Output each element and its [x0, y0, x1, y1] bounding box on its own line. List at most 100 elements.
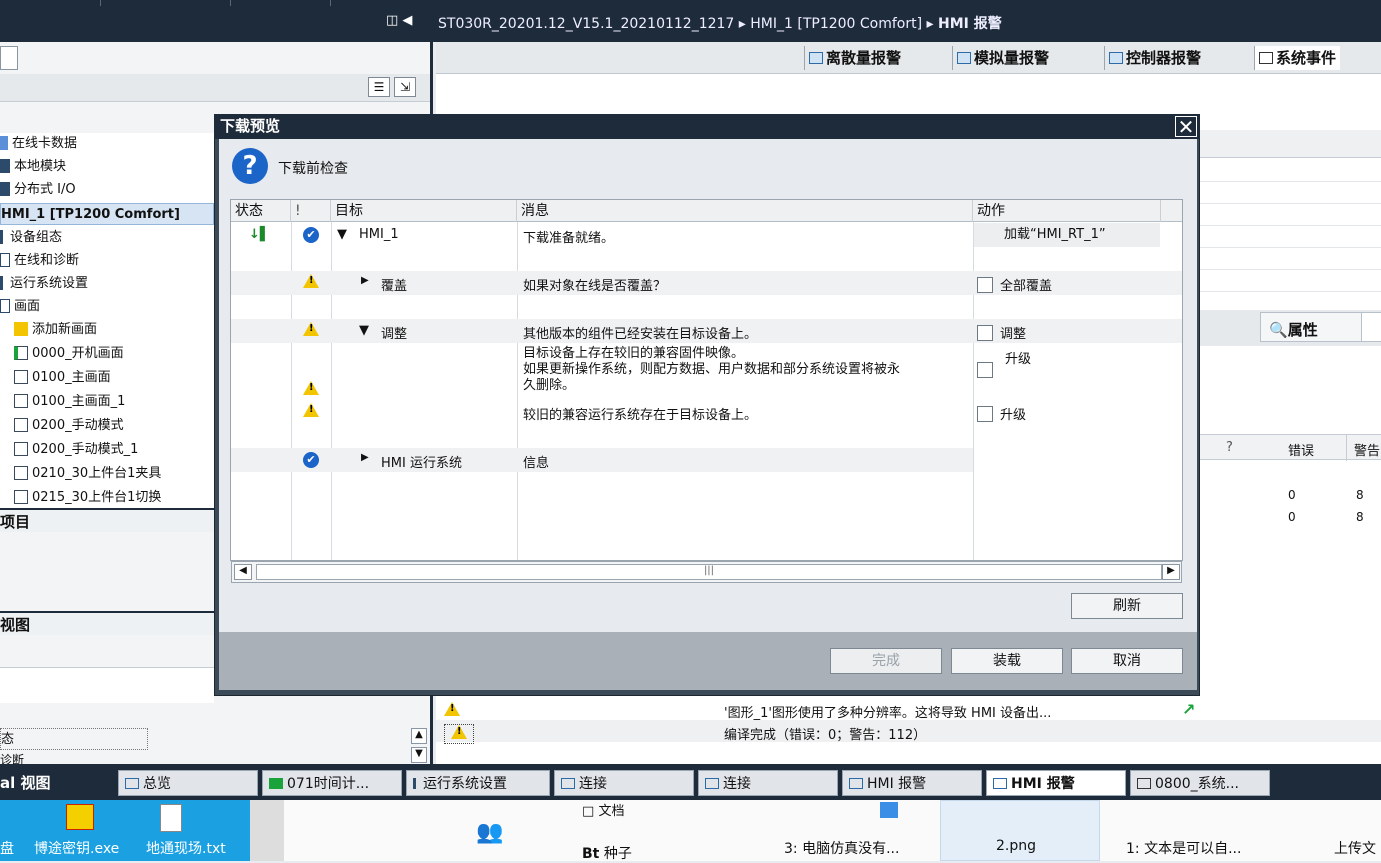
info-tab[interactable] — [1361, 313, 1381, 341]
page-icon — [14, 442, 28, 456]
tree-item-online-card[interactable]: 在线卡数据 — [0, 133, 77, 155]
app-icon[interactable] — [66, 804, 94, 830]
cancel-button[interactable]: 取消 — [1071, 648, 1183, 674]
tab-discrete-alarms[interactable]: 离散量报警 — [804, 46, 905, 70]
page-icon — [14, 490, 28, 504]
download-status-icon: ↓▌ — [249, 227, 270, 242]
tab-controller-alarms[interactable]: 控制器报警 — [1104, 46, 1205, 70]
warning-icon — [303, 381, 319, 399]
breadcrumb-device[interactable]: HMI_1 [TP1200 Comfort] — [750, 16, 922, 32]
upgrade-runtime-checkbox[interactable]: 升级 — [977, 404, 1026, 423]
desktop-gap — [250, 800, 284, 861]
taskbar-tab[interactable]: 总览 — [118, 770, 258, 796]
col-target: 目标 — [331, 200, 517, 222]
connection-icon — [705, 778, 719, 789]
overview-icon — [125, 778, 139, 789]
upgrade-label: 升级 — [1005, 352, 1032, 367]
action-cell[interactable]: 加载“HMI_RT_1” — [974, 223, 1160, 247]
properties-tab[interactable]: 🔍属性 — [1260, 312, 1381, 342]
info-ok-icon: ✔ — [303, 452, 319, 468]
desktop-item-key-exe[interactable]: 博途密钥.exe — [34, 838, 119, 858]
close-icon[interactable]: ✕ — [1175, 116, 1197, 137]
col-action: 动作 — [973, 200, 1161, 222]
tab-analog-alarms[interactable]: 模拟量报警 — [952, 46, 1053, 70]
view-header: 视图 — [0, 611, 214, 635]
tree-item-screen[interactable]: 0210_30上件台1夹具 — [14, 463, 161, 485]
properties-icon: 🔍 — [1269, 321, 1288, 339]
tree-item-screen[interactable]: 0100_主画面 — [14, 367, 111, 389]
tree-item-screen[interactable]: 0200_手动模式 — [14, 415, 124, 437]
taskbar-tab[interactable]: HMI 报警 — [842, 770, 982, 796]
warning-count: 8 — [1356, 510, 1364, 524]
scroll-up-icon[interactable]: ▲ — [411, 728, 427, 744]
desktop-item[interactable]: 盘 — [0, 838, 14, 858]
finish-button[interactable]: 完成 — [830, 648, 942, 674]
pin-icon[interactable]: ◫ ◀ — [386, 13, 412, 28]
upgrade-checkbox[interactable] — [977, 362, 1000, 379]
scroll-right-icon[interactable]: ▶ — [1162, 564, 1180, 580]
tree-item-local-modules[interactable]: 本地模块 — [0, 156, 66, 178]
dialog-title: 下载预览 — [214, 114, 1200, 139]
table-row — [1200, 204, 1381, 226]
horizontal-scrollbar[interactable]: ◀ ||| ▶ — [231, 561, 1182, 583]
taskbar-tab[interactable]: 连接 — [554, 770, 694, 796]
desktop-item[interactable]: 上传文 — [1334, 838, 1376, 858]
desktop-item-docs[interactable]: □ 文档 — [582, 800, 624, 819]
tree-item-device-config[interactable]: 设备组态 — [0, 227, 62, 249]
ready-icon: ✔ — [303, 227, 319, 243]
list-view-icon[interactable]: ☰ — [368, 77, 390, 97]
project-selector[interactable] — [0, 46, 18, 70]
goto-icon[interactable]: ↗ — [1182, 700, 1196, 719]
text-file-icon[interactable] — [160, 804, 182, 832]
tree-item-runtime-settings[interactable]: 运行系统设置 — [0, 273, 88, 295]
export-icon[interactable]: ⇲ — [394, 77, 416, 97]
taskbar-tab-active[interactable]: HMI 报警 — [986, 770, 1126, 796]
desktop-item[interactable]: 1: 文本是可以自... — [1126, 838, 1241, 858]
table-row: 较旧的兼容运行系统存在于目标设备上。 升级 — [231, 400, 1182, 424]
tree-item-online-diag[interactable]: 在线和诊断 — [0, 250, 79, 272]
message-cell: 下载准备就绪。 — [523, 231, 615, 246]
wrench-icon — [413, 778, 419, 789]
taskbar-tab[interactable]: 071时间计... — [262, 770, 402, 796]
tree-item-screen[interactable]: 0215_30上件台1切换 — [14, 487, 161, 509]
tree-item-screen[interactable]: 0200_手动模式_1 — [14, 439, 138, 461]
overwrite-all-checkbox[interactable]: 全部覆盖 — [977, 275, 1052, 294]
desktop-item[interactable]: 3: 电脑仿真没有... — [784, 838, 899, 858]
tree-item-add-screen[interactable]: 添加新画面 — [14, 319, 97, 341]
desktop-item[interactable]: 2.png — [996, 838, 1036, 854]
tree-item-screen[interactable]: 0000_开机画面 — [14, 343, 124, 365]
breadcrumb-project[interactable]: ST030R_20201.12_V15.1_20210112_1217 — [438, 16, 734, 32]
scroll-thumb[interactable]: ||| — [256, 564, 1162, 580]
portal-view-link[interactable]: al 视图 — [0, 772, 51, 793]
taskbar-tab[interactable]: 连接 — [698, 770, 838, 796]
status-cell: 态 — [0, 728, 148, 750]
compile-results-header: ? 错误 警告 — [1200, 434, 1381, 461]
refresh-button[interactable]: 刷新 — [1071, 593, 1183, 619]
adjust-checkbox[interactable]: 调整 — [977, 323, 1026, 342]
page-icon — [14, 370, 28, 384]
scroll-down-icon[interactable]: ▼ — [411, 747, 427, 763]
desktop-item-txt[interactable]: 地通现场.txt — [146, 838, 226, 858]
scroll-left-icon[interactable]: ◀ — [234, 564, 252, 580]
load-button[interactable]: 装载 — [951, 648, 1063, 674]
tab-system-events[interactable]: 系统事件 — [1254, 46, 1341, 70]
expand-icon[interactable]: ▶ — [361, 275, 369, 286]
breadcrumb-page[interactable]: HMI 报警 — [938, 16, 1002, 32]
taskbar-tab[interactable]: 运行系统设置 — [406, 770, 550, 796]
io-icon — [0, 182, 10, 196]
tree-item-screens[interactable]: 画面 — [0, 296, 40, 318]
collapse-icon[interactable]: ▼ — [359, 323, 369, 338]
tree-item-distributed-io[interactable]: 分布式 I/O — [0, 179, 76, 201]
details-header: 项目 — [0, 508, 214, 532]
table-row: ↓▌ ✔ ▼ HMI_1 下载准备就绪。 加载“HMI_RT_1” — [231, 223, 1182, 247]
table-row: ✔ ▶ HMI 运行系统 信息 — [231, 448, 973, 472]
wrench-icon — [0, 276, 6, 290]
tree-item-hmi-1[interactable]: HMI_1 [TP1200 Comfort] — [0, 203, 214, 225]
desktop-item-seed[interactable]: Bt 种子 — [582, 843, 632, 863]
collapse-icon[interactable]: ▼ — [337, 227, 347, 242]
expand-icon[interactable]: ▶ — [361, 452, 369, 463]
tree-item-screen[interactable]: 0100_主画面_1 — [14, 391, 125, 413]
taskbar-tab[interactable]: 0800_系统... — [1130, 770, 1270, 796]
warning-icon — [444, 724, 474, 744]
warning-count: 8 — [1356, 488, 1364, 502]
